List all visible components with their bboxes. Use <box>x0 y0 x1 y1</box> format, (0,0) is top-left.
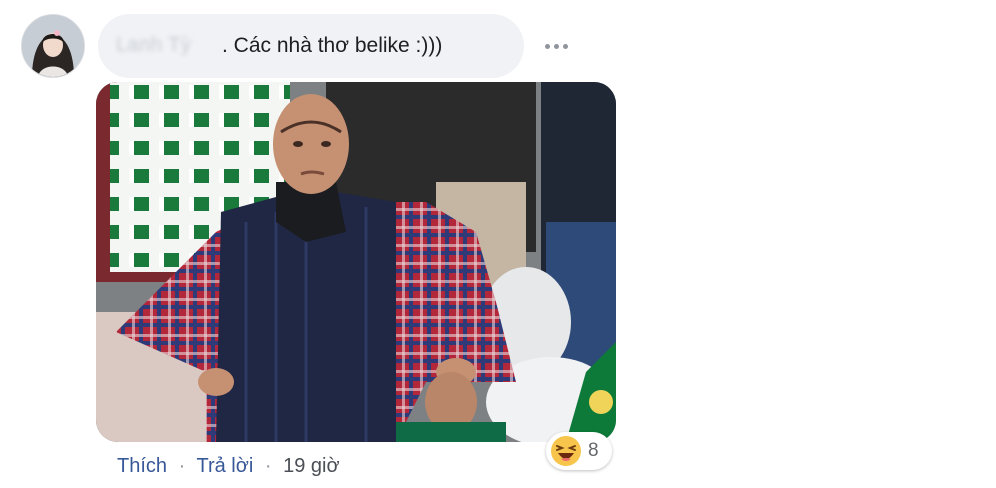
comment-text: . Các nhà thơ belike :))) <box>222 34 443 57</box>
meme-photo-image <box>96 82 616 442</box>
avatar-portrait <box>22 15 84 77</box>
ellipsis-icon[interactable] <box>541 38 571 54</box>
like-link[interactable]: Thích <box>117 455 167 477</box>
comment-actions: Thích · Trả lời · 19 giờ <box>117 455 340 478</box>
reaction-summary[interactable]: 8 <box>546 432 612 470</box>
comment-bubble: Lanh Tỳ . Các nhà thơ belike :))) <box>98 14 524 78</box>
haha-icon <box>551 436 581 466</box>
comment-photo[interactable] <box>96 82 616 442</box>
reaction-count: 8 <box>588 440 599 461</box>
separator-dot: · <box>264 455 272 477</box>
reply-link[interactable]: Trả lời <box>196 455 253 477</box>
timestamp[interactable]: 19 giờ <box>283 455 339 477</box>
comment-author[interactable]: Lanh Tỳ <box>116 34 191 57</box>
avatar[interactable] <box>21 14 85 78</box>
separator-dot: · <box>178 455 186 477</box>
